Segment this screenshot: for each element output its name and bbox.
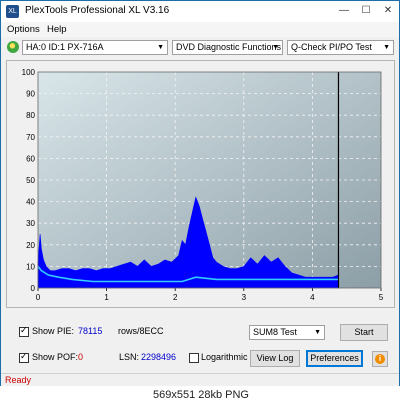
title-bar: XL PlexTools Professional XL V3.16 — ☐ ✕ — [1, 1, 399, 22]
logarithmic-checkbox[interactable] — [189, 353, 199, 363]
x-tick-label: 2 — [173, 293, 178, 302]
drive-disc-icon — [7, 41, 19, 53]
close-button[interactable]: ✕ — [379, 3, 397, 19]
drive-select-value: HA:0 ID:1 PX-716A — [26, 42, 104, 52]
show-pof-checkbox[interactable] — [19, 351, 29, 363]
app-logo-icon: XL — [6, 5, 19, 18]
pi-po-chart: 0 10 20 30 40 50 60 70 80 90 100 0 1 2 3 4 5 — [22, 68, 384, 302]
window-title: PlexTools Professional XL V3.16 — [25, 5, 170, 16]
function-select[interactable]: DVD Diagnostic Functions ▼ — [172, 40, 283, 55]
y-tick-label: 60 — [26, 154, 35, 163]
chevron-down-icon: ▼ — [272, 44, 279, 51]
chart-panel: 0 10 20 30 40 50 60 70 80 90 100 0 1 2 3 4 5 — [6, 60, 395, 308]
x-tick-label: 4 — [310, 293, 315, 302]
y-tick-label: 10 — [26, 262, 35, 271]
chevron-down-icon: ▼ — [157, 44, 164, 51]
info-icon: i — [375, 354, 385, 364]
show-pie-checkbox[interactable] — [19, 325, 29, 337]
y-tick-label: 100 — [22, 68, 36, 77]
y-tick-label: 80 — [26, 111, 35, 120]
show-pof-label: Show POF: — [32, 352, 79, 362]
lsn-value: 2298496 — [141, 352, 177, 362]
test-select-value: Q-Check PI/PO Test — [291, 42, 372, 52]
x-tick-label: 1 — [104, 293, 109, 302]
image-caption: 569x551 28kb PNG — [0, 386, 402, 404]
menu-options[interactable]: Options — [7, 24, 40, 35]
menu-help[interactable]: Help — [47, 24, 67, 35]
menu-bar: Options Help — [1, 22, 399, 37]
sum-test-select[interactable]: SUM8 Test ▼ — [249, 325, 325, 340]
y-tick-label: 20 — [26, 241, 35, 250]
status-bar: Ready — [1, 373, 399, 387]
y-tick-label: 70 — [26, 133, 35, 142]
pof-value: 0 — [78, 352, 84, 362]
y-tick-label: 30 — [26, 219, 35, 228]
logarithmic-label: Logarithmic — [201, 352, 248, 362]
test-select[interactable]: Q-Check PI/PO Test ▼ — [287, 40, 394, 55]
x-tick-label: 0 — [36, 293, 41, 302]
chevron-down-icon: ▼ — [314, 329, 321, 336]
y-tick-label: 90 — [26, 90, 35, 99]
status-text: Ready — [5, 375, 32, 385]
minimize-button[interactable]: — — [335, 3, 353, 19]
function-select-value: DVD Diagnostic Functions — [176, 42, 282, 52]
help-button[interactable]: i — [372, 351, 388, 367]
preferences-button[interactable]: Preferences — [306, 350, 363, 367]
y-tick-label: 40 — [26, 198, 35, 207]
y-tick-label: 50 — [26, 176, 35, 185]
maximize-button[interactable]: ☐ — [357, 3, 375, 19]
rows-label: rows/8ECC — [118, 326, 164, 336]
app-window: XL PlexTools Professional XL V3.16 — ☐ ✕… — [0, 0, 400, 387]
x-tick-label: 5 — [379, 293, 384, 302]
chevron-down-icon: ▼ — [383, 44, 390, 51]
view-log-button[interactable]: View Log — [250, 350, 300, 367]
drive-select[interactable]: HA:0 ID:1 PX-716A ▼ — [22, 40, 168, 55]
y-tick-label: 0 — [31, 284, 36, 293]
sum-test-select-value: SUM8 Test — [253, 327, 297, 337]
pie-value: 78115 — [78, 326, 103, 336]
x-tick-label: 3 — [242, 293, 247, 302]
show-pie-label: Show PIE: — [32, 326, 75, 336]
lsn-label: LSN: — [119, 352, 140, 362]
start-button[interactable]: Start — [340, 324, 388, 341]
